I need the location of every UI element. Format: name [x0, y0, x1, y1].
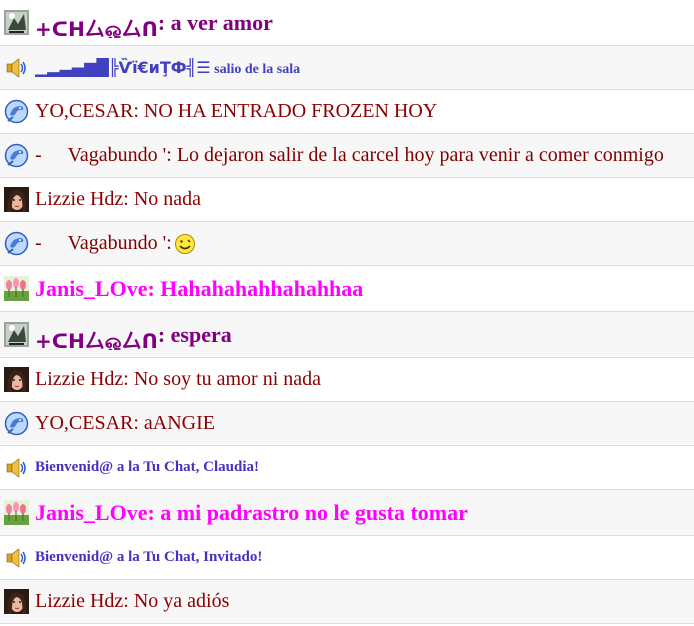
speaker-icon: [4, 545, 29, 570]
chat-message-row: Janis_LOve: a mi padrastro no le gusta t…: [0, 490, 694, 536]
chat-message-row: YO,CESAR: NO HA ENTRADO FROZEN HOY: [0, 90, 694, 134]
sender-name[interactable]: +ᑕᕼ厶ஓ厶ᑎ: [35, 329, 158, 350]
dolphin-avatar-icon: [4, 231, 29, 256]
message-body: No ya adiós: [128, 590, 230, 612]
woman-avatar-icon: [4, 367, 29, 392]
system-message-row: Bienvenid@ a la Tu Chat, Claudia!: [0, 446, 694, 490]
message-text: YO,CESAR: NO HA ENTRADO FROZEN HOY: [35, 100, 437, 123]
message-text: +ᑕᕼ厶ஓ厶ᑎ: espera: [35, 319, 232, 350]
message-text: ▁▂▃▄▆█╠Ѷї€иŢФ╣☰ salio de la sala: [35, 58, 300, 78]
message-body: a ver amor: [165, 10, 273, 35]
message-text: Lizzie Hdz: No ya adiós: [35, 590, 229, 613]
sender-name[interactable]: -: [35, 144, 42, 166]
message-body: No soy tu amor ni nada: [128, 368, 322, 390]
sender-name[interactable]: YO,CESAR: [35, 412, 133, 434]
message-body: aANGIE: [138, 412, 216, 434]
chat-message-row: - Vagabundo ':: [0, 222, 694, 266]
message-body: Hahahahahhahahhaa: [154, 275, 364, 301]
message-text: Janis_LOve: Hahahahahhahahhaa: [35, 276, 363, 302]
message-body: Vagabundo ': Lo dejaron salir de la carc…: [67, 144, 664, 166]
message-text: Janis_LOve: a mi padrastro no le gusta t…: [35, 500, 468, 526]
chess-avatar-icon: [4, 322, 29, 347]
system-message-row: ▁▂▃▄▆█╠Ѷї€иŢФ╣☰ salio de la sala: [0, 46, 694, 90]
tulips-avatar-icon: [4, 276, 29, 301]
name-separator: :: [147, 275, 155, 301]
smiley-emoticon-icon: [174, 232, 196, 255]
message-body: Bienvenid@ a la Tu Chat, Claudia!: [35, 459, 260, 475]
message-body: No nada: [128, 188, 202, 210]
dolphin-avatar-icon: [4, 411, 29, 436]
chess-avatar-icon: [4, 10, 29, 35]
dolphin-avatar-icon: [4, 99, 29, 124]
sender-name[interactable]: ▁▂▃▄▆█╠Ѷї€иŢФ╣☰: [35, 58, 211, 77]
message-body: a mi padrastro no le gusta tomar: [154, 499, 468, 525]
message-text: - Vagabundo ': Lo dejaron salir de la car…: [35, 144, 664, 167]
name-separator: :: [147, 499, 155, 525]
sender-name[interactable]: Lizzie Hdz: [35, 368, 123, 390]
chat-message-row: Lizzie Hdz: No ya adiós: [0, 580, 694, 624]
dolphin-avatar-icon: [4, 143, 29, 168]
sender-name[interactable]: -: [35, 232, 42, 254]
message-text: Lizzie Hdz: No soy tu amor ni nada: [35, 368, 321, 391]
message-text: Bienvenid@ a la Tu Chat, Invitado!: [35, 549, 262, 566]
chat-message-row: Janis_LOve: Hahahahahhahahhaa: [0, 266, 694, 312]
sender-name[interactable]: Janis_LOve: [35, 276, 147, 301]
sender-name[interactable]: +ᑕᕼ厶ஓ厶ᑎ: [35, 17, 158, 38]
message-body: NO HA ENTRADO FROZEN HOY: [138, 100, 438, 122]
chat-log: +ᑕᕼ厶ஓ厶ᑎ: a ver amor ▁▂▃▄▆█╠Ѷї€иŢФ╣☰ salio…: [0, 0, 694, 624]
message-body: espera: [165, 322, 232, 347]
sender-name[interactable]: Janis_LOve: [35, 500, 147, 525]
message-text: Lizzie Hdz: No nada: [35, 188, 201, 211]
message-text: YO,CESAR: aANGIE: [35, 412, 215, 435]
system-message-row: Bienvenid@ a la Tu Chat, Invitado!: [0, 536, 694, 580]
message-text: - Vagabundo ':: [35, 232, 196, 255]
sender-name[interactable]: YO,CESAR: [35, 100, 133, 122]
message-text: Bienvenid@ a la Tu Chat, Claudia!: [35, 459, 259, 476]
tulips-avatar-icon: [4, 500, 29, 525]
sender-name[interactable]: Lizzie Hdz: [35, 590, 123, 612]
message-body: Vagabundo ':: [67, 231, 172, 254]
chat-message-row: +ᑕᕼ厶ஓ厶ᑎ: a ver amor: [0, 0, 694, 46]
message-body: Bienvenid@ a la Tu Chat, Invitado!: [35, 549, 263, 565]
chat-message-row: Lizzie Hdz: No nada: [0, 178, 694, 222]
woman-avatar-icon: [4, 589, 29, 614]
woman-avatar-icon: [4, 187, 29, 212]
speaker-icon: [4, 55, 29, 80]
chat-message-row: YO,CESAR: aANGIE: [0, 402, 694, 446]
chat-message-row: Lizzie Hdz: No soy tu amor ni nada: [0, 358, 694, 402]
sender-name[interactable]: Lizzie Hdz: [35, 188, 123, 210]
chat-message-row: - Vagabundo ': Lo dejaron salir de la car…: [0, 134, 694, 178]
chat-message-row: +ᑕᕼ厶ஓ厶ᑎ: espera: [0, 312, 694, 358]
message-text: +ᑕᕼ厶ஓ厶ᑎ: a ver amor: [35, 7, 273, 38]
message-body: salio de la sala: [210, 61, 301, 77]
speaker-icon: [4, 455, 29, 480]
